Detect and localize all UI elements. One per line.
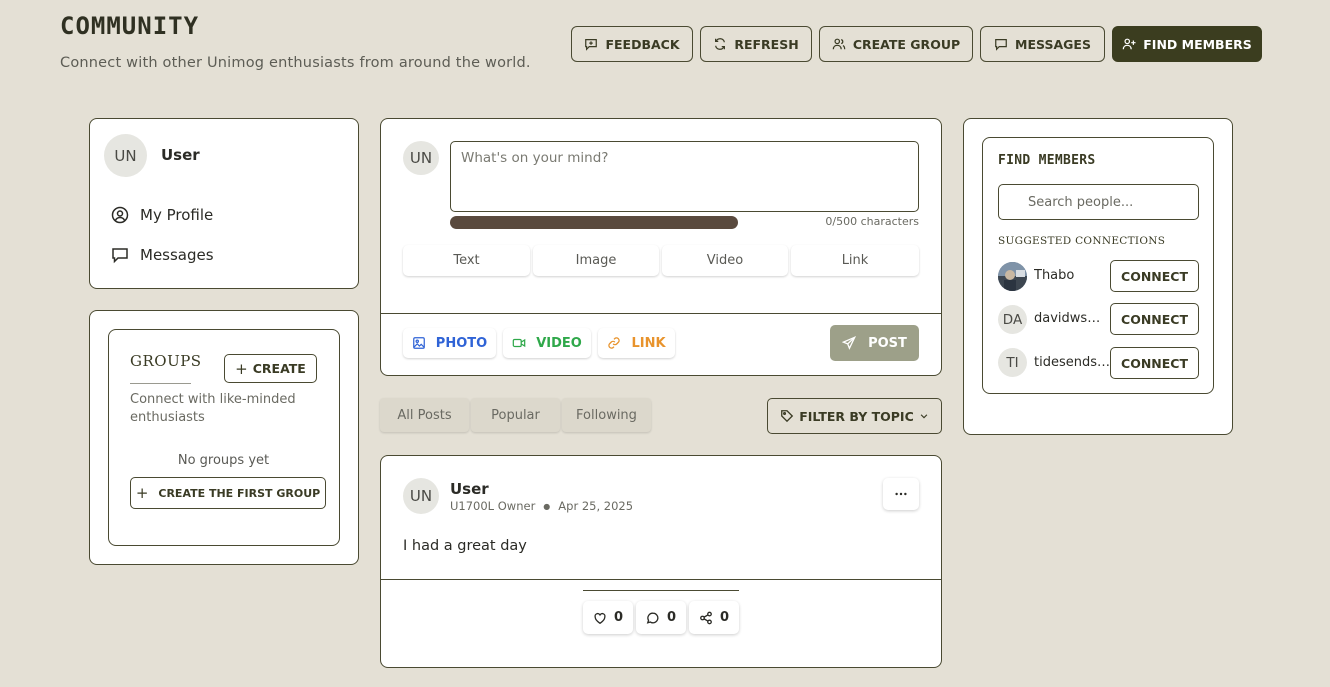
search-people-input[interactable]: Search people... <box>998 184 1199 220</box>
character-progress-bar <box>450 216 738 229</box>
find-members-label: FIND MEMBERS <box>1143 36 1252 52</box>
feedback-label: FEEDBACK <box>605 36 680 52</box>
image-icon <box>412 336 426 350</box>
suggestions-title: SUGGESTED CONNECTIONS <box>998 235 1166 247</box>
sidebar-item-label: Messages <box>140 246 214 264</box>
refresh-button[interactable]: REFRESH <box>700 26 812 62</box>
create-group-button[interactable]: CREATE GROUP <box>819 26 973 62</box>
page-title: COMMUNITY <box>60 12 200 40</box>
post-button[interactable]: POST <box>830 325 919 361</box>
send-icon <box>842 336 857 350</box>
filter-label: FILTER BY TOPIC <box>799 408 914 424</box>
post-type-link[interactable]: Link <box>791 245 919 276</box>
create-group-label: CREATE GROUP <box>852 36 961 52</box>
suggestion-name[interactable]: davidwswatson <box>1034 311 1110 326</box>
avatar[interactable]: TI <box>998 348 1027 377</box>
suggestion-name[interactable]: tidesendsolutions <box>1034 355 1110 370</box>
heart-icon <box>593 611 607 625</box>
tab-following[interactable]: Following <box>562 398 651 432</box>
create-first-group-button[interactable]: + CREATE THE FIRST GROUP <box>130 477 326 509</box>
post-role: U1700L Owner <box>450 499 536 513</box>
connect-button[interactable]: CONNECT <box>1110 303 1199 335</box>
post-options-button[interactable] <box>883 478 919 510</box>
share-count: 0 <box>719 610 730 625</box>
post-author[interactable]: User <box>450 480 489 498</box>
plus-icon: + <box>235 359 248 378</box>
link-icon <box>607 336 621 350</box>
sidebar-item-my-profile[interactable]: My Profile <box>111 206 213 224</box>
tab-popular[interactable]: Popular <box>471 398 560 432</box>
messages-button[interactable]: MESSAGES <box>980 26 1105 62</box>
feedback-icon <box>584 37 598 51</box>
user-circle-icon <box>111 206 129 224</box>
composer-divider <box>381 313 941 315</box>
refresh-icon <box>713 37 727 51</box>
avatar[interactable]: UN <box>104 134 147 177</box>
feedback-button[interactable]: FEEDBACK <box>571 26 693 62</box>
actions-divider <box>583 590 739 592</box>
tab-all-posts[interactable]: All Posts <box>380 398 469 432</box>
comment-count: 0 <box>666 610 677 625</box>
groups-empty-text: No groups yet <box>177 453 270 468</box>
avatar: UN <box>403 141 439 175</box>
post-content: I had a great day <box>403 538 527 554</box>
groups-description: Connect with like-minded enthusiasts <box>130 392 296 425</box>
post-type-image[interactable]: Image <box>533 245 659 276</box>
page-subtitle: Connect with other Unimog enthusiasts fr… <box>60 55 531 71</box>
video-icon <box>512 336 526 350</box>
create-label: CREATE <box>252 361 306 376</box>
comment-icon <box>646 611 660 625</box>
find-members-button[interactable]: FIND MEMBERS <box>1112 26 1262 62</box>
groups-title-underline <box>130 383 191 384</box>
share-button[interactable]: 0 <box>689 601 739 634</box>
connect-button[interactable]: CONNECT <box>1110 347 1199 379</box>
meta-separator: ● <box>543 501 551 511</box>
sidebar-item-label: My Profile <box>140 206 214 224</box>
post-textarea[interactable]: What's on your mind? <box>450 141 919 212</box>
filter-by-topic-button[interactable]: FILTER BY TOPIC <box>767 398 942 434</box>
suggestion-name[interactable]: Thabo <box>1034 268 1110 283</box>
chevron-down-icon <box>919 411 929 421</box>
tag-icon <box>780 409 794 423</box>
connect-button[interactable]: CONNECT <box>1110 260 1199 292</box>
like-count: 0 <box>613 610 624 625</box>
post-type-text[interactable]: Text <box>403 245 530 276</box>
avatar[interactable]: DA <box>998 305 1027 334</box>
post-meta: U1700L Owner ● Apr 25, 2025 <box>450 499 633 513</box>
user-plus-icon <box>1122 37 1136 51</box>
messages-label: MESSAGES <box>1015 36 1091 52</box>
profile-name[interactable]: User <box>161 146 200 164</box>
create-first-group-label: CREATE THE FIRST GROUP <box>158 486 321 500</box>
message-icon <box>994 37 1008 51</box>
like-button[interactable]: 0 <box>583 601 633 634</box>
post-date: Apr 25, 2025 <box>558 499 634 513</box>
character-count: 0/500 characters <box>825 215 919 228</box>
link-label: LINK <box>631 335 666 351</box>
plus-icon: + <box>135 484 149 502</box>
avatar[interactable] <box>998 262 1027 291</box>
message-icon <box>111 246 129 264</box>
post-label: POST <box>868 335 907 351</box>
groups-title: GROUPS <box>130 352 202 370</box>
avatar[interactable]: UN <box>403 478 439 514</box>
more-horizontal-icon <box>894 487 908 501</box>
add-video-button[interactable]: VIDEO <box>503 328 591 358</box>
refresh-label: REFRESH <box>734 36 799 52</box>
comment-button[interactable]: 0 <box>636 601 686 634</box>
post-type-video[interactable]: Video <box>662 245 788 276</box>
photo-label: PHOTO <box>435 335 488 351</box>
users-icon <box>832 37 846 51</box>
video-label: VIDEO <box>536 335 582 351</box>
find-members-title: FIND MEMBERS <box>998 153 1096 168</box>
add-photo-button[interactable]: PHOTO <box>403 328 496 358</box>
post-divider <box>381 579 941 581</box>
sidebar-item-messages[interactable]: Messages <box>111 246 214 264</box>
share-icon <box>699 611 713 625</box>
add-link-button[interactable]: LINK <box>598 328 675 358</box>
create-group-small-button[interactable]: + CREATE <box>224 354 317 383</box>
